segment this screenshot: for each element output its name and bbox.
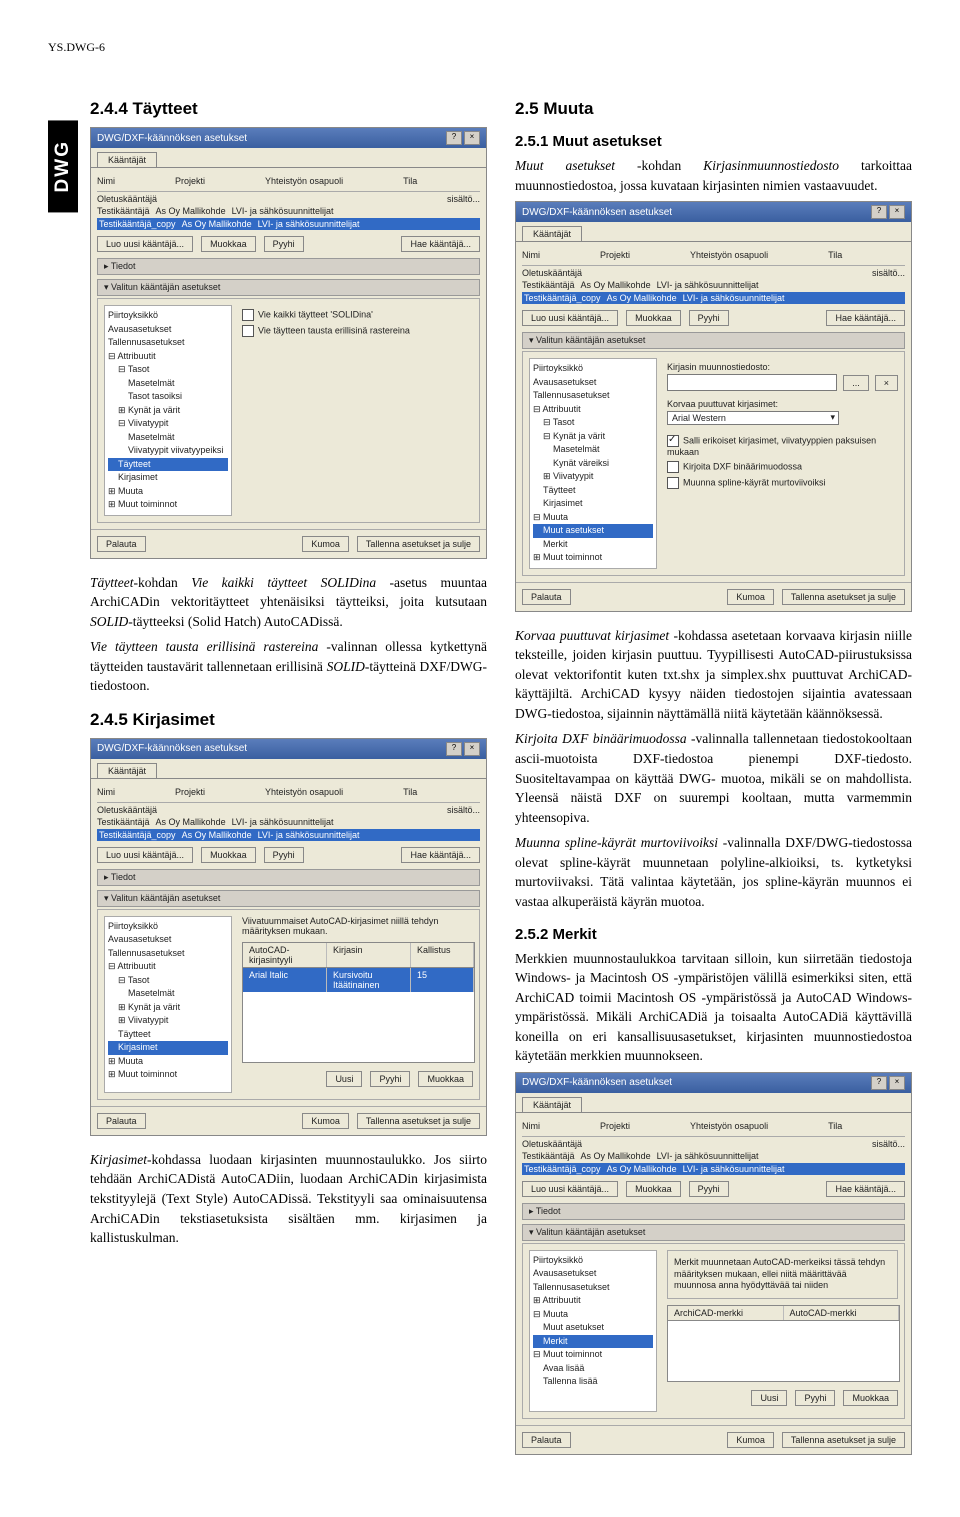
section-valitun[interactable]: ▾ Valitun kääntäjän asetukset xyxy=(97,279,480,296)
help-icon[interactable]: ? xyxy=(446,131,462,145)
col-nimi: Nimi xyxy=(97,176,115,186)
screenshot-kirjasimet: DWG/DXF-käännöksen asetukset ? × Kääntäj… xyxy=(90,738,487,1136)
close-icon[interactable]: × xyxy=(464,131,480,145)
btn-hae[interactable]: Hae kääntäjä... xyxy=(401,236,480,252)
btn-luo[interactable]: Luo uusi kääntäjä... xyxy=(97,236,193,252)
btn-uusi[interactable]: Uusi xyxy=(326,1071,362,1087)
para-korvaa: Korvaa puuttuvat kirjasimet -kohdassa as… xyxy=(515,626,912,724)
row-testik-copy[interactable]: Testikääntäjä_copy xyxy=(99,219,176,229)
replace-font-select[interactable]: Arial Western xyxy=(667,411,839,425)
settings-tree[interactable]: Piirtoyksikkö Avausasetukset Tallennusas… xyxy=(104,305,232,516)
right-column: 2.5 Muuta 2.5.1 Muut asetukset Muut aset… xyxy=(515,85,912,1469)
close-icon[interactable]: × xyxy=(889,205,905,219)
help-icon[interactable]: ? xyxy=(446,742,462,756)
close-icon[interactable]: × xyxy=(464,742,480,756)
row-testik[interactable]: Testikääntäjä xyxy=(97,206,150,216)
chk-kirjoita-dxf[interactable] xyxy=(667,461,679,473)
close-icon[interactable]: × xyxy=(889,1076,905,1090)
help-icon[interactable]: ? xyxy=(871,1076,887,1090)
dialog-title: DWG/DXF-käännöksen asetukset xyxy=(97,743,247,754)
screenshot-merkit: DWG/DXF-käännöksen asetukset ? × Kääntäj… xyxy=(515,1072,912,1455)
left-column: 2.4.4 Täytteet DWG/DXF-käännöksen asetuk… xyxy=(48,85,487,1469)
btn-kumoa[interactable]: Kumoa xyxy=(302,536,349,552)
para-251-intro: Muut asetukset -kohdan Kirjasinmuunnosti… xyxy=(515,156,912,195)
chk-vie-kaikki[interactable] xyxy=(242,309,254,321)
para-tayteet-1: Täytteet-kohdan Vie kaikki täytteet SOLI… xyxy=(90,573,487,632)
btn-muokkaa[interactable]: Muokkaa xyxy=(201,236,256,252)
heading-252-merkit: 2.5.2 Merkit xyxy=(515,926,912,943)
btn-palauta[interactable]: Palauta xyxy=(97,536,146,552)
para-merkit: Merkkien muunnostaulukkoa tarvitaan sill… xyxy=(515,949,912,1066)
clear-button[interactable]: × xyxy=(875,375,898,391)
titlebar: DWG/DXF-käännöksen asetukset ? × xyxy=(91,128,486,148)
heading-25-muuta: 2.5 Muuta xyxy=(515,99,912,119)
char-map-table[interactable]: ArchiCAD-merkki AutoCAD-merkki xyxy=(667,1305,900,1382)
chk-vie-tausta[interactable] xyxy=(242,325,254,337)
tree-tayteet-selected: Täytteet xyxy=(108,458,228,472)
para-dxf-bin: Kirjoita DXF binäärimuodossa -valinnalla… xyxy=(515,729,912,827)
browse-button[interactable]: ... xyxy=(843,375,869,391)
tree-muut-asetukset-selected: Muut asetukset xyxy=(533,524,653,538)
btn-tallenna[interactable]: Tallenna asetukset ja sulje xyxy=(357,536,480,552)
heading-245-kirjasimet: 2.4.5 Kirjasimet xyxy=(90,710,487,730)
col-projekti: Projekti xyxy=(175,176,205,186)
page-header-code: YS.DWG-6 xyxy=(48,40,912,55)
col-tila: Tila xyxy=(403,176,417,186)
row-oletus[interactable]: Oletuskääntäjä xyxy=(97,194,157,204)
tree-merkit-selected: Merkit xyxy=(533,1335,653,1349)
help-icon[interactable]: ? xyxy=(871,205,887,219)
screenshot-tayteet: DWG/DXF-käännöksen asetukset ? × Kääntäj… xyxy=(90,127,487,559)
btn-pyyhi[interactable]: Pyyhi xyxy=(264,236,304,252)
font-file-field[interactable] xyxy=(667,374,837,391)
tab-kaantajat[interactable]: Kääntäjät xyxy=(97,152,157,167)
section-tiedot[interactable]: ▸ Tiedot xyxy=(97,258,480,275)
para-tayteet-2: Vie täytteen tausta erillisinä rasterein… xyxy=(90,637,487,696)
col-yht: Yhteistyön osapuoli xyxy=(265,176,343,186)
dialog-title: DWG/DXF-käännöksen asetukset xyxy=(97,133,247,144)
para-kirjasimet: Kirjasimet-kohdassa luodaan kirjasinten … xyxy=(90,1150,487,1248)
font-list-table[interactable]: AutoCAD-kirjasintyyli Kirjasin Kallistus… xyxy=(242,942,475,1063)
heading-244-tayteet: 2.4.4 Täytteet xyxy=(90,99,487,119)
chk-muunna-spline[interactable] xyxy=(667,477,679,489)
heading-251: 2.5.1 Muut asetukset xyxy=(515,133,912,150)
para-spline: Muunna spline-käyrät murtoviivoiksi -val… xyxy=(515,833,912,911)
screenshot-muut-asetukset: DWG/DXF-käännöksen asetukset ? × Kääntäj… xyxy=(515,201,912,612)
tab-kaantajat[interactable]: Kääntäjät xyxy=(97,763,157,778)
chk-salli[interactable] xyxy=(667,435,679,447)
tree-kirjasimet-selected: Kirjasimet xyxy=(108,1041,228,1055)
